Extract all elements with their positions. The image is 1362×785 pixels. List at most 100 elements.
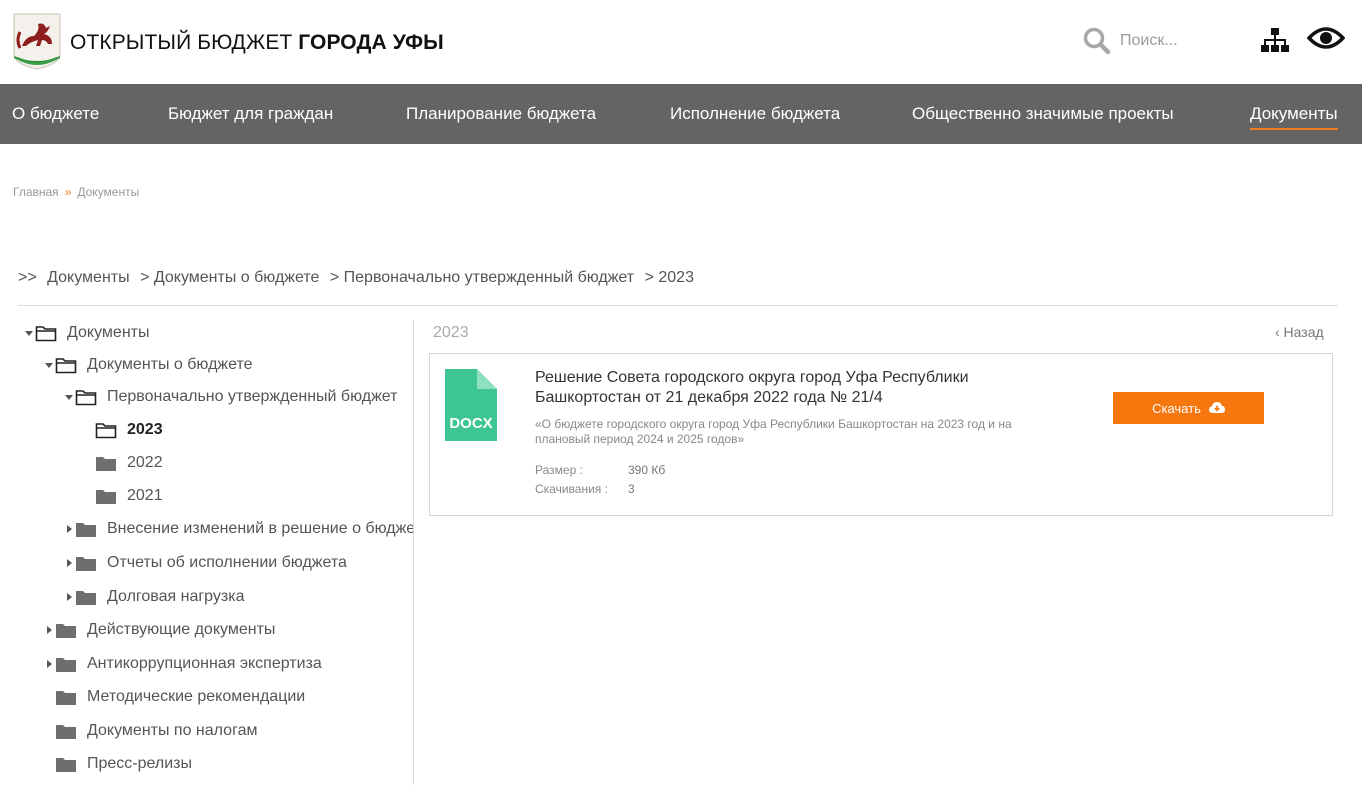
site-title-bold: ГОРОДА УФЫ [298, 31, 444, 54]
nav-item-documents[interactable]: Документы [1250, 104, 1338, 130]
document-card: DOCX Решение Совета городского округа го… [429, 353, 1333, 516]
folder-icon [56, 658, 76, 672]
tree-item-label: Антикоррупционная экспертиза [87, 655, 322, 672]
caret-right-icon[interactable] [65, 525, 73, 533]
tree-item-label: Внесение изменений в решение о бюджете [107, 520, 414, 537]
folder-icon [56, 624, 76, 638]
tree-item-label: Долговая нагрузка [107, 588, 245, 605]
folder-icon [76, 591, 96, 605]
document-title[interactable]: Решение Совета городского округа город У… [535, 368, 1055, 408]
caret-right-icon[interactable] [65, 593, 73, 601]
tree-item-10[interactable]: Антикоррупционная экспертиза [45, 651, 322, 677]
tree-item-label: Пресс-релизы [87, 755, 192, 772]
panel-title: 2023 [433, 324, 469, 341]
path-divider [18, 305, 1338, 306]
city-coat-of-arms-logo[interactable] [12, 12, 62, 70]
caret-right-icon[interactable] [45, 626, 53, 634]
downloads-label: Скачивания : [535, 482, 608, 496]
nav-item-public-projects[interactable]: Общественно значимые проекты [912, 104, 1174, 124]
breadcrumb-separator: » [64, 185, 72, 199]
download-button-label: Скачать [1152, 400, 1201, 416]
download-button[interactable]: Скачать [1113, 392, 1264, 424]
caret-spacer [45, 760, 53, 768]
document-size: Размер : 390 Кб [535, 463, 665, 477]
size-value: 390 Кб [628, 463, 666, 477]
search-icon[interactable] [1083, 27, 1111, 55]
docx-file-icon[interactable]: DOCX [445, 369, 497, 441]
breadcrumb-home-link[interactable]: Главная [13, 185, 59, 199]
sitemap-icon[interactable] [1261, 27, 1289, 53]
breadcrumb-current: Документы [77, 185, 140, 199]
tree-item-4[interactable]: 2022 [85, 450, 163, 476]
folder-path: >> Документы > Документы о бюджете > Пер… [18, 269, 700, 287]
tree-item-label: Действующие документы [87, 621, 276, 638]
folder-outline-icon [55, 358, 77, 374]
folder-icon [76, 523, 96, 537]
tree-item-8[interactable]: Долговая нагрузка [65, 584, 244, 610]
caret-right-icon[interactable] [45, 660, 53, 668]
folder-icon [56, 758, 76, 772]
tree-item-13[interactable]: Пресс-релизы [45, 751, 192, 777]
site-title[interactable]: ОТКРЫТЫЙ БЮДЖЕТ ГОРОДА УФЫ [70, 31, 444, 55]
path-item-documents[interactable]: Документы [47, 269, 129, 286]
downloads-value: 3 [628, 482, 635, 496]
caret-down-icon[interactable] [65, 393, 73, 401]
caret-down-icon[interactable] [25, 329, 33, 337]
site-header: ОТКРЫТЫЙ БЮДЖЕТ ГОРОДА УФЫ [0, 0, 1362, 84]
cloud-download-icon [1208, 402, 1225, 413]
caret-spacer [45, 693, 53, 701]
caret-spacer [85, 459, 93, 467]
path-item-initial-budget[interactable]: > Первоначально утвержденный бюджет [330, 269, 634, 286]
path-prefix: >> [18, 269, 37, 286]
folder-icon [76, 557, 96, 571]
tree-item-7[interactable]: Отчеты об исполнении бюджета [65, 550, 347, 576]
tree-item-label: Документы о бюджете [87, 356, 253, 373]
tree-item-label: Первоначально утвержденный бюджет [107, 388, 398, 405]
caret-spacer [85, 492, 93, 500]
caret-spacer [85, 426, 93, 434]
folder-outline-icon [35, 326, 57, 342]
search-input[interactable] [1120, 27, 1240, 55]
folder-icon [96, 457, 116, 471]
docx-file-label: DOCX [449, 415, 492, 432]
caret-right-icon[interactable] [65, 559, 73, 567]
tree-item-label: 2023 [127, 421, 163, 438]
folder-outline-icon [75, 390, 97, 406]
folder-icon [56, 691, 76, 705]
tree-item-12[interactable]: Документы по налогам [45, 718, 257, 744]
size-label: Размер : [535, 463, 583, 477]
folder-icon [56, 725, 76, 739]
tree-item-label: 2021 [127, 487, 163, 504]
path-item-budget-documents[interactable]: > Документы о бюджете [140, 269, 319, 286]
caret-spacer [45, 727, 53, 735]
nav-item-budget-for-citizens[interactable]: Бюджет для граждан [168, 104, 333, 124]
folder-tree: Документы Документы о бюджете Первоначальн… [0, 318, 414, 785]
tree-item-label: 2022 [127, 454, 163, 471]
nav-item-budget-planning[interactable]: Планирование бюджета [406, 104, 596, 124]
back-link[interactable]: ‹ Назад [1275, 324, 1324, 340]
tree-item-11[interactable]: Методические рекомендации [45, 684, 305, 710]
document-downloads: Скачивания : 3 [535, 482, 635, 496]
eye-icon[interactable] [1307, 24, 1345, 52]
folder-icon [96, 490, 116, 504]
tree-item-9[interactable]: Действующие документы [45, 617, 275, 643]
tree-item-0[interactable]: Документы [25, 320, 149, 346]
tree-item-6[interactable]: Внесение изменений в решение о бюджете [65, 516, 414, 542]
nav-item-about-budget[interactable]: О бюджете [12, 104, 99, 124]
site-title-regular: ОТКРЫТЫЙ БЮДЖЕТ [70, 31, 299, 54]
tree-item-label: Документы [67, 324, 150, 341]
tree-item-label: Документы по налогам [87, 722, 258, 739]
tree-item-label: Отчеты об исполнении бюджета [107, 554, 347, 571]
main-nav: О бюджете Бюджет для граждан Планировани… [0, 84, 1362, 144]
path-item-2023[interactable]: > 2023 [645, 269, 694, 286]
tree-item-3[interactable]: 2023 [85, 417, 163, 443]
breadcrumb: Главная » Документы [13, 185, 139, 199]
tree-item-5[interactable]: 2021 [85, 483, 163, 509]
tree-item-2[interactable]: Первоначально утвержденный бюджет [65, 384, 397, 410]
nav-item-budget-execution[interactable]: Исполнение бюджета [670, 104, 840, 124]
tree-item-label: Методические рекомендации [87, 688, 306, 705]
tree-divider [413, 320, 414, 785]
caret-down-icon[interactable] [45, 361, 53, 369]
tree-item-1[interactable]: Документы о бюджете [45, 352, 253, 378]
folder-outline-icon [95, 423, 117, 439]
